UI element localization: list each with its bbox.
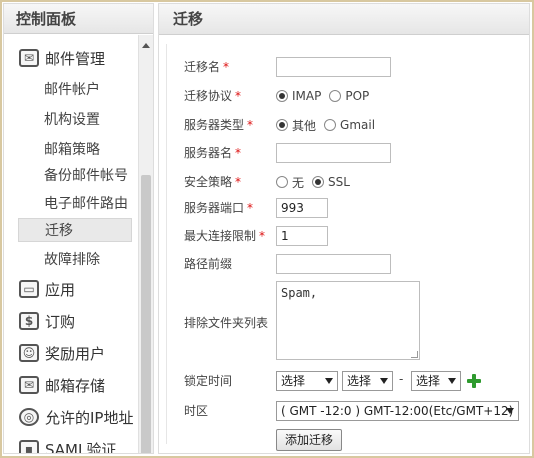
timezone-label: 时区	[184, 404, 209, 418]
sidebar-group-label: SAML验证	[45, 440, 117, 454]
sidebar-item-migration[interactable]: 迁移	[18, 218, 132, 242]
chevron-down-icon	[380, 378, 388, 384]
sidebar-group-label: 邮件管理	[45, 49, 106, 68]
security-radio-group: 无 SSL	[276, 173, 358, 191]
server-type-label: 服务器类型 *	[184, 118, 254, 132]
protocol-pop-radio[interactable]	[329, 90, 342, 102]
required-mark: *	[247, 201, 254, 215]
max-connections-label: 最大连接限制 *	[184, 229, 266, 243]
timezone-select[interactable]: ( GMT -12:0 ) GMT-12:00(Etc/GMT+12)	[276, 401, 519, 421]
chevron-down-icon	[325, 378, 333, 384]
sidebar-item-backup-accounts[interactable]: 备份邮件帐号	[44, 164, 128, 188]
lock-time-select-3-value: 选择	[416, 374, 441, 388]
dollar-icon: $	[19, 312, 39, 330]
sidebar-group-apps[interactable]: ▭ 应用	[19, 276, 75, 302]
mailbox-storage-icon: ✉	[19, 376, 39, 394]
required-mark: *	[247, 118, 254, 132]
migration-name-input[interactable]	[276, 57, 391, 77]
protocol-label: 迁移协议 *	[184, 89, 242, 103]
sidebar-group-reward-users[interactable]: ☺ 奖励用户	[19, 340, 105, 366]
lock-time-select-2[interactable]: 选择	[342, 371, 393, 391]
required-mark: *	[235, 175, 242, 189]
server-type-other-radio[interactable]	[276, 119, 288, 131]
server-type-other-label: 其他	[292, 118, 317, 133]
server-name-input[interactable]	[276, 143, 391, 163]
exclude-folders-value: Spam,	[281, 286, 318, 300]
required-mark: *	[235, 89, 242, 103]
timezone-select-value: ( GMT -12:0 ) GMT-12:00(Etc/GMT+12)	[281, 404, 514, 418]
max-connections-input[interactable]: 1	[276, 226, 328, 246]
sidebar-group-mail[interactable]: ✉ 邮件管理	[19, 45, 105, 71]
lock-time-dash: -	[399, 372, 404, 386]
sidebar-group-subscription[interactable]: $ 订购	[19, 308, 75, 334]
protocol-imap-label: IMAP	[292, 89, 322, 103]
protocol-pop-label: POP	[345, 89, 370, 103]
exclude-folders-label: 排除文件夹列表	[184, 316, 269, 330]
path-prefix-label: 路径前缀	[184, 257, 233, 271]
server-port-input[interactable]: 993	[276, 198, 328, 218]
required-mark: *	[259, 229, 266, 243]
sidebar-group-mailbox-storage[interactable]: ✉ 邮箱存储	[19, 372, 105, 398]
sidebar-group-label: 允许的IP地址	[45, 408, 134, 427]
security-ssl-label: SSL	[328, 175, 350, 189]
chevron-down-icon	[448, 378, 456, 384]
required-mark: *	[223, 60, 230, 74]
lock-time-select-1-value: 选择	[281, 374, 306, 388]
sidebar-scrollbar[interactable]	[138, 35, 153, 453]
monitor-icon: ▪	[19, 440, 39, 453]
sidebar-item-troubleshooting[interactable]: 故障排除	[44, 248, 100, 272]
scrollbar-thumb[interactable]	[141, 175, 151, 453]
sidebar-item-mailbox-policy[interactable]: 邮箱策略	[44, 138, 100, 162]
sidebar-item-org-settings[interactable]: 机构设置	[44, 108, 100, 132]
security-none-radio[interactable]	[276, 176, 288, 188]
resize-handle-icon[interactable]	[411, 351, 418, 358]
security-ssl-radio[interactable]	[312, 176, 325, 188]
users-icon: ☺	[19, 344, 39, 362]
lock-time-label: 锁定时间	[184, 374, 233, 388]
globe-icon: ◎	[19, 408, 39, 426]
path-prefix-input[interactable]	[276, 254, 391, 274]
sidebar-item-mail-accounts[interactable]: 邮件帐户	[44, 78, 100, 102]
lock-time-select-1[interactable]: 选择	[276, 371, 338, 391]
migration-form: 迁移名 * 迁移协议 * IMAP POP 服务器类型 * 其他 Gmail 服务器名…	[166, 44, 522, 451]
exclude-folders-textarea[interactable]: Spam,	[276, 281, 420, 360]
server-port-label: 服务器端口 *	[184, 201, 254, 215]
server-type-radio-group: 其他 Gmail	[276, 116, 383, 134]
sidebar-group-allowed-ip[interactable]: ◎ 允许的IP地址	[19, 404, 133, 430]
lock-time-select-3[interactable]: 选择	[411, 371, 461, 391]
envelope-icon: ✉	[19, 49, 39, 67]
server-name-label: 服务器名 *	[184, 146, 242, 160]
scroll-up-arrow-icon[interactable]	[142, 43, 150, 48]
security-label: 安全策略 *	[184, 175, 242, 189]
add-migration-button[interactable]: 添加迁移	[276, 429, 343, 451]
protocol-imap-radio[interactable]	[276, 90, 288, 102]
sidebar: 控制面板 ✉ 邮件管理 邮件帐户 机构设置 邮箱策略 备份邮件帐号 电子邮件路由…	[3, 3, 154, 454]
sidebar-group-saml[interactable]: ▪ SAML验证	[19, 436, 117, 454]
sidebar-title: 控制面板	[4, 4, 153, 34]
lock-time-select-2-value: 选择	[347, 374, 372, 388]
protocol-radio-group: IMAP POP	[276, 87, 377, 105]
sidebar-item-email-routing[interactable]: 电子邮件路由	[44, 192, 128, 216]
sidebar-group-label: 奖励用户	[45, 344, 106, 363]
add-icon[interactable]	[467, 374, 481, 388]
sidebar-group-label: 应用	[45, 280, 76, 299]
sidebar-menu: ✉ 邮件管理 邮件帐户 机构设置 邮箱策略 备份邮件帐号 电子邮件路由 迁移 故…	[4, 35, 138, 453]
chevron-down-icon	[506, 408, 514, 414]
server-type-gmail-radio[interactable]	[324, 119, 337, 131]
sidebar-group-label: 订购	[45, 312, 76, 331]
main-panel: 迁移 迁移名 * 迁移协议 * IMAP POP 服务器类型 * 其他 Gmail 服…	[158, 3, 530, 454]
sidebar-group-label: 邮箱存储	[45, 376, 106, 395]
migration-name-label: 迁移名 *	[184, 60, 230, 74]
required-mark: *	[235, 146, 242, 160]
page-title: 迁移	[159, 4, 529, 35]
server-type-gmail-label: Gmail	[340, 118, 376, 132]
security-none-label: 无	[292, 175, 305, 190]
app-window-icon: ▭	[19, 280, 39, 298]
